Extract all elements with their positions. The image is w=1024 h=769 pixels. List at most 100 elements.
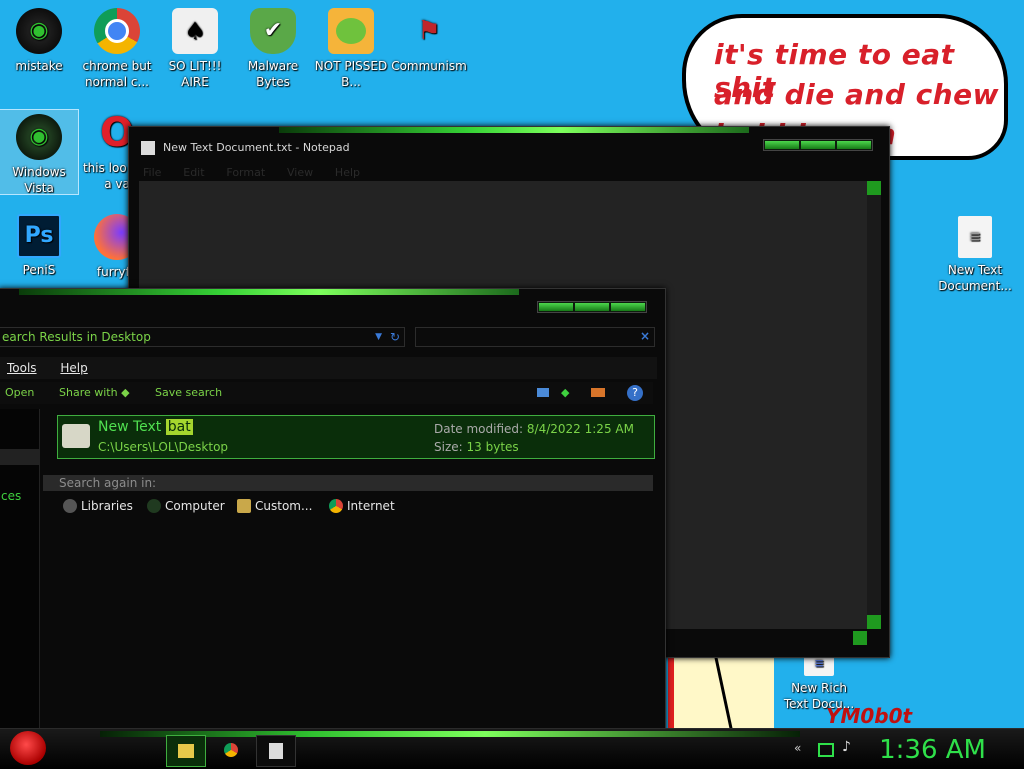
location-label: Custom... xyxy=(255,499,313,513)
maximize-button[interactable] xyxy=(801,141,835,149)
clear-search-icon[interactable]: × xyxy=(640,329,650,343)
desktop-icon-malware-bytes[interactable]: ✔ Malware Bytes xyxy=(234,8,312,90)
scroll-down-button[interactable] xyxy=(867,615,881,629)
title-glow xyxy=(19,289,519,295)
chrome-icon xyxy=(94,8,140,54)
folder-icon xyxy=(237,499,251,513)
desktop-icon-new-rich-text[interactable]: ≡ New Rich Text Docu... xyxy=(780,650,858,712)
desktop-icon-penis[interactable]: Ps PeniS xyxy=(0,214,78,278)
menu-view[interactable]: View xyxy=(287,166,313,179)
view-dropdown-icon[interactable]: ◆ xyxy=(561,382,569,404)
desktop-icon-communism[interactable]: ⚑ Communism xyxy=(390,8,468,74)
open-button[interactable]: Open xyxy=(5,382,34,404)
navigation-pane[interactable]: ces xyxy=(0,409,40,734)
orb-icon: ◉ xyxy=(16,114,62,160)
dropdown-arrow-icon[interactable]: ▼ xyxy=(375,328,382,347)
window-controls[interactable] xyxy=(763,139,873,151)
nav-selection xyxy=(0,449,39,465)
search-result-item[interactable]: New Text bat C:\Users\LOL\Desktop Date m… xyxy=(57,415,655,459)
scroll-up-button[interactable] xyxy=(867,181,881,195)
preview-pane-icon[interactable] xyxy=(591,388,605,397)
minimize-button[interactable] xyxy=(765,141,799,149)
icon-label: SO LIT!!! AIRE xyxy=(168,59,222,89)
nav-item-label[interactable]: ces xyxy=(1,489,21,503)
view-options-icon[interactable] xyxy=(537,388,549,397)
location-label: Internet xyxy=(347,499,395,513)
size-value: 13 bytes xyxy=(466,440,519,454)
share-with-button[interactable]: Share with ◆ xyxy=(59,382,130,404)
desktop-icon-new-text-document[interactable]: ≡ New Text Document... xyxy=(936,216,1014,294)
system-clock[interactable]: 1:36 AM xyxy=(879,735,986,765)
search-location-internet[interactable]: Internet xyxy=(329,499,395,513)
icon-label: mistake xyxy=(15,59,63,73)
result-name-highlight: bat xyxy=(165,419,193,435)
desktop-icon-mistake[interactable]: ◉ mistake xyxy=(0,8,78,74)
date-label: Date modified: xyxy=(434,422,524,436)
batch-file-icon xyxy=(62,424,90,448)
explorer-toolbar: Open Share with ◆ Save search ◆ ? xyxy=(0,382,653,404)
icon-label: New Text Document... xyxy=(938,263,1012,293)
desktop-icon-chrome[interactable]: chrome but normal c... xyxy=(78,8,156,90)
save-search-button[interactable]: Save search xyxy=(155,382,222,404)
show-hidden-icons-icon[interactable]: « xyxy=(794,741,801,755)
start-button[interactable] xyxy=(10,731,46,765)
search-location-libraries[interactable]: Libraries xyxy=(63,499,133,513)
chrome-icon xyxy=(224,743,238,757)
notepad-menubar: File Edit Format View Help xyxy=(143,165,378,179)
result-name-prefix: New Text xyxy=(98,419,162,435)
icon-label: chrome but normal c... xyxy=(82,59,152,89)
menu-format[interactable]: Format xyxy=(226,166,265,179)
taskbar-notepad-button[interactable] xyxy=(256,735,296,767)
window-title: New Text Document.txt - Notepad xyxy=(163,141,350,154)
libraries-icon xyxy=(63,499,77,513)
resize-grip[interactable] xyxy=(853,631,867,645)
taskbar-chrome-button[interactable] xyxy=(212,735,250,765)
drawing-signature: YM0b0t xyxy=(826,704,913,728)
maximize-button[interactable] xyxy=(575,303,609,311)
network-icon[interactable] xyxy=(818,743,834,757)
minimize-button[interactable] xyxy=(539,303,573,311)
photoshop-icon: Ps xyxy=(17,214,61,258)
taskbar-explorer-button[interactable] xyxy=(166,735,206,767)
result-size: Size: 13 bytes xyxy=(434,440,519,454)
icon-label: Windows Vista xyxy=(12,165,66,195)
orb-icon: ◉ xyxy=(16,8,62,54)
drawing-stroke xyxy=(714,656,733,730)
search-location-computer[interactable]: Computer xyxy=(147,499,225,513)
vertical-scrollbar[interactable] xyxy=(867,181,881,629)
drawing-image xyxy=(668,656,774,730)
explorer-window[interactable]: earch Results in Desktop ▼ ↻ × Tools Hel… xyxy=(0,288,666,735)
explorer-menubar: Tools Help xyxy=(0,357,657,379)
volume-icon[interactable]: ♪ xyxy=(842,739,851,755)
menu-help[interactable]: Help xyxy=(60,361,87,375)
result-name: New Text bat xyxy=(98,419,193,435)
search-input[interactable]: × xyxy=(415,327,655,347)
share-label: Share with xyxy=(59,386,118,399)
desktop-icon-not-pissed[interactable]: NOT PISSED B... xyxy=(312,8,390,90)
taskbar: « ♪ 1:36 AM xyxy=(0,728,1024,769)
result-path: C:\Users\LOL\Desktop xyxy=(98,440,229,454)
refresh-icon[interactable]: ↻ xyxy=(390,328,400,347)
desktop-icon-so-lit[interactable]: ♠ SO LIT!!! AIRE xyxy=(156,8,234,90)
search-location-custom[interactable]: Custom... xyxy=(237,499,312,513)
shield-icon: ✔ xyxy=(250,8,296,54)
notepad-icon xyxy=(269,743,283,759)
menu-file[interactable]: File xyxy=(143,166,161,179)
folder-icon xyxy=(178,744,194,758)
emblem-icon: ⚑ xyxy=(417,16,441,46)
close-button[interactable] xyxy=(837,141,871,149)
desktop-icon-windows-vista[interactable]: ◉ Windows Vista xyxy=(0,109,79,195)
size-label: Size: xyxy=(434,440,463,454)
help-icon[interactable]: ? xyxy=(627,385,643,401)
menu-tools[interactable]: Tools xyxy=(7,361,37,375)
close-button[interactable] xyxy=(611,303,645,311)
menu-help[interactable]: Help xyxy=(335,166,360,179)
location-label: Libraries xyxy=(81,499,133,513)
address-text: earch Results in Desktop xyxy=(2,330,151,344)
text-file-icon: ≡ xyxy=(958,216,992,258)
window-controls[interactable] xyxy=(537,301,647,313)
address-bar[interactable]: earch Results in Desktop ▼ ↻ xyxy=(0,327,405,347)
icon-label: NOT PISSED B... xyxy=(314,59,388,89)
icon-label: Malware Bytes xyxy=(247,59,299,89)
menu-edit[interactable]: Edit xyxy=(183,166,204,179)
